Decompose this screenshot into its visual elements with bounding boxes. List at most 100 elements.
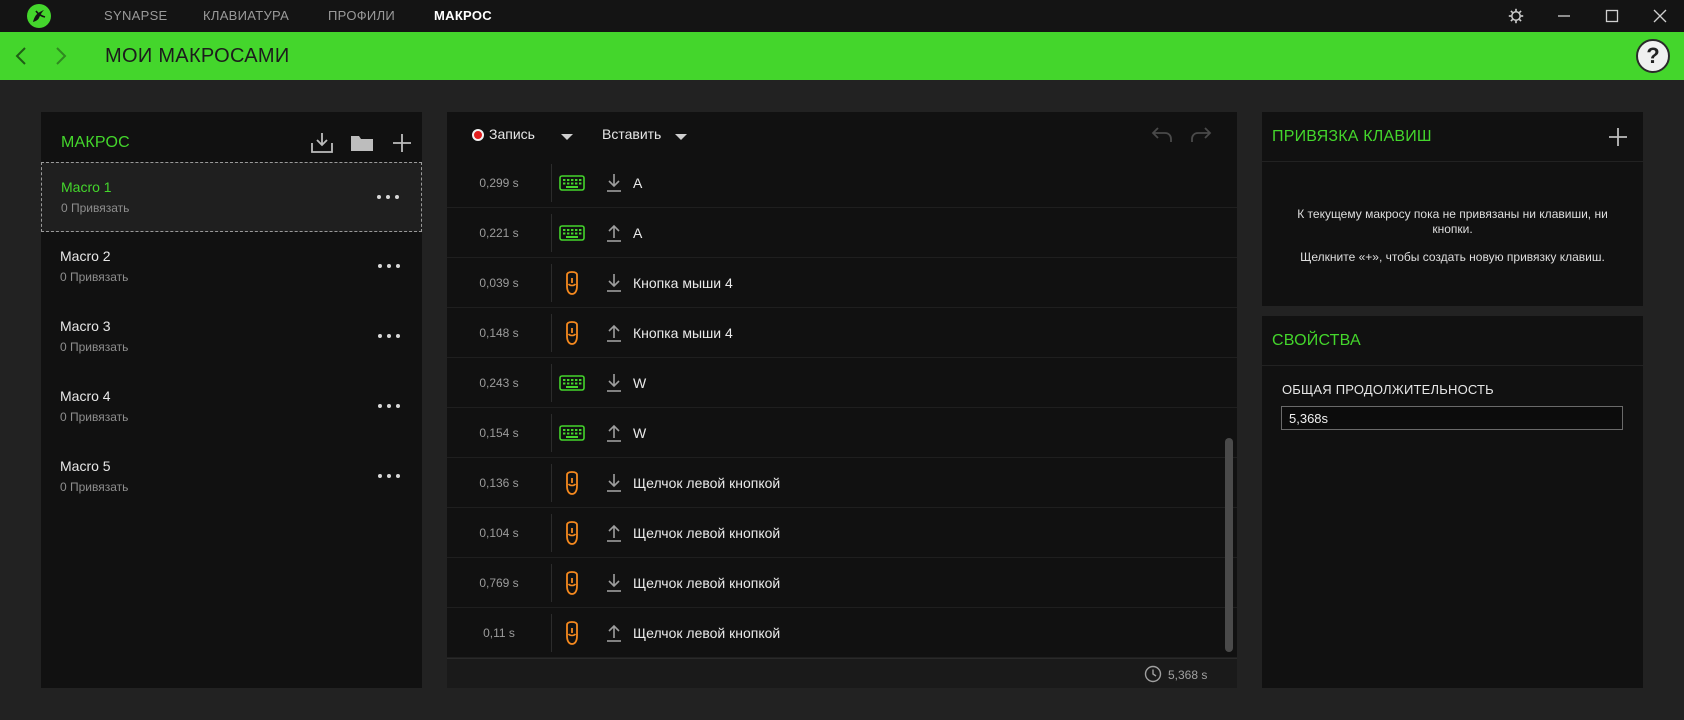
mouse-icon — [558, 269, 586, 297]
macro-binding-count: 0 Привязать — [60, 340, 129, 354]
key-up-arrow-icon — [604, 222, 624, 244]
event-delay[interactable]: 0,148 s — [447, 308, 551, 358]
add-macro-icon[interactable] — [389, 130, 415, 156]
event-delay[interactable]: 0,769 s — [447, 558, 551, 608]
scrollbar-thumb[interactable] — [1225, 438, 1233, 652]
key-binding-panel: ПРИВЯЗКА КЛАВИШ К текущему макросу пока … — [1262, 112, 1643, 306]
back-arrow-icon[interactable] — [10, 44, 34, 68]
minimize-button[interactable] — [1544, 0, 1584, 32]
event-label: A — [633, 175, 643, 191]
mouse-icon — [558, 569, 586, 597]
row-divider — [551, 414, 552, 452]
more-options-button[interactable] — [378, 396, 400, 416]
event-delay[interactable]: 0,136 s — [447, 458, 551, 508]
macro-editor-panel: Запись Вставить 0,299 s A 0,221 s A 0,039 s К… — [447, 112, 1237, 688]
macro-name: Macro 5 — [60, 458, 111, 474]
add-binding-icon[interactable] — [1607, 126, 1629, 148]
event-delay[interactable]: 0,039 s — [447, 258, 551, 308]
folder-icon[interactable] — [349, 130, 375, 156]
event-row[interactable]: 0,148 s Кнопка мыши 4 — [447, 308, 1237, 358]
tab-profiles[interactable]: ПРОФИЛИ — [328, 0, 395, 32]
event-delay[interactable]: 0,243 s — [447, 358, 551, 408]
event-label: Кнопка мыши 4 — [633, 325, 733, 341]
tab-synapse[interactable]: SYNAPSE — [104, 0, 168, 32]
event-delay[interactable]: 0,221 s — [447, 208, 551, 258]
event-list[interactable]: 0,299 s A 0,221 s A 0,039 s Кнопка мыши 4 0,14… — [447, 158, 1237, 658]
minimize-icon — [1558, 15, 1570, 17]
forward-arrow-icon[interactable] — [48, 44, 72, 68]
macro-name: Macro 3 — [60, 318, 111, 334]
macro-item[interactable]: Macro 2 0 Привязать — [41, 232, 422, 302]
key-down-arrow-icon — [604, 372, 624, 394]
total-duration-field[interactable] — [1281, 406, 1623, 430]
row-divider — [551, 464, 552, 502]
record-icon[interactable] — [472, 129, 484, 141]
close-button[interactable] — [1640, 0, 1680, 32]
undo-icon[interactable] — [1149, 122, 1175, 148]
tab-keyboard[interactable]: КЛАВИАТУРА — [203, 0, 289, 32]
more-options-button[interactable] — [378, 466, 400, 486]
row-divider — [551, 314, 552, 352]
event-label: W — [633, 425, 647, 441]
record-dropdown-icon[interactable] — [561, 134, 573, 140]
macro-binding-count: 0 Привязать — [61, 201, 130, 215]
mouse-icon — [558, 619, 586, 647]
row-divider — [551, 364, 552, 402]
macro-binding-count: 0 Привязать — [60, 480, 129, 494]
key-binding-title: ПРИВЯЗКА КЛАВИШ — [1272, 128, 1432, 145]
key-up-arrow-icon — [604, 422, 624, 444]
event-row[interactable]: 0,769 s Щелчок левой кнопкой — [447, 558, 1237, 608]
event-label: Щелчок левой кнопкой — [633, 575, 781, 591]
key-down-arrow-icon — [604, 272, 624, 294]
event-row[interactable]: 0,243 s W — [447, 358, 1237, 408]
more-options-button[interactable] — [378, 326, 400, 346]
event-row[interactable]: 0,039 s Кнопка мыши 4 — [447, 258, 1237, 308]
event-label: Щелчок левой кнопкой — [633, 625, 781, 641]
mouse-icon — [558, 519, 586, 547]
event-delay[interactable]: 0,11 s — [447, 608, 551, 658]
macro-item[interactable]: Macro 4 0 Привязать — [41, 372, 422, 442]
event-row[interactable]: 0,221 s A — [447, 208, 1237, 258]
event-label: W — [633, 375, 647, 391]
settings-button[interactable] — [1496, 0, 1536, 32]
insert-button[interactable]: Вставить — [602, 126, 661, 142]
event-delay[interactable]: 0,154 s — [447, 408, 551, 458]
event-row[interactable]: 0,299 s A — [447, 158, 1237, 208]
row-divider — [551, 514, 552, 552]
event-row[interactable]: 0,136 s Щелчок левой кнопкой — [447, 458, 1237, 508]
event-delay[interactable]: 0,104 s — [447, 508, 551, 558]
keyboard-icon — [558, 419, 586, 447]
row-divider — [551, 264, 552, 302]
keyboard-icon — [558, 369, 586, 397]
insert-dropdown-icon[interactable] — [675, 134, 687, 140]
event-row[interactable]: 0,11 s Щелчок левой кнопкой — [447, 608, 1237, 658]
import-icon[interactable] — [309, 130, 335, 156]
page-title: МОИ МАКРОСАМИ — [105, 45, 290, 67]
key-down-arrow-icon — [604, 572, 624, 594]
close-icon — [1653, 9, 1667, 23]
event-label: Щелчок левой кнопкой — [633, 475, 781, 491]
editor-toolbar: Запись Вставить — [447, 112, 1237, 158]
macro-binding-count: 0 Привязать — [60, 410, 129, 424]
maximize-button[interactable] — [1592, 0, 1632, 32]
event-label: A — [633, 225, 643, 241]
mouse-icon — [558, 319, 586, 347]
event-delay[interactable]: 0,299 s — [447, 158, 551, 208]
more-options-button[interactable] — [378, 256, 400, 276]
clock-icon — [1144, 665, 1162, 683]
redo-icon[interactable] — [1188, 122, 1214, 148]
macro-panel-title: МАКРОС — [61, 134, 130, 151]
key-binding-header: ПРИВЯЗКА КЛАВИШ — [1262, 112, 1643, 162]
macro-item[interactable]: Macro 1 0 Привязать — [41, 162, 422, 232]
key-down-arrow-icon — [604, 172, 624, 194]
macro-item[interactable]: Macro 3 0 Привязать — [41, 302, 422, 372]
macro-item[interactable]: Macro 5 0 Привязать — [41, 442, 422, 512]
row-divider — [551, 164, 552, 202]
more-options-button[interactable] — [377, 187, 399, 207]
tab-macro[interactable]: МАКРОС — [434, 0, 492, 32]
help-button[interactable]: ? — [1636, 39, 1670, 73]
razer-logo-icon[interactable] — [26, 3, 52, 29]
event-row[interactable]: 0,104 s Щелчок левой кнопкой — [447, 508, 1237, 558]
event-row[interactable]: 0,154 s W — [447, 408, 1237, 458]
record-button[interactable]: Запись — [489, 126, 535, 142]
